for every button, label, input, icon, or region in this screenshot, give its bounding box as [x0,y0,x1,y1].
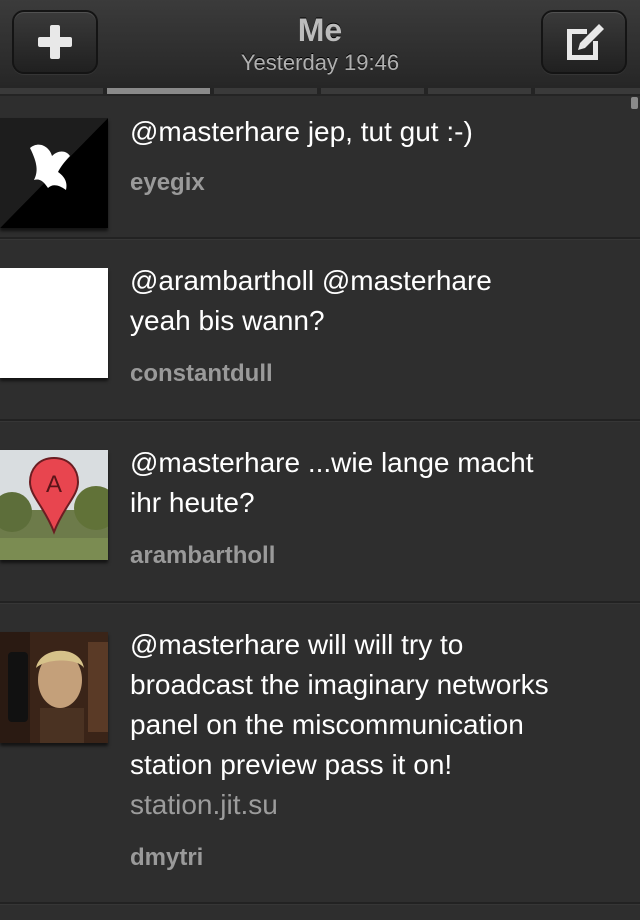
navigation-bar: Me Yesterday 19:46 [0,0,640,89]
section-tab[interactable] [535,88,640,94]
tweet-author[interactable]: arambartholl [130,541,275,571]
portrait-avatar-icon [0,632,108,743]
avatar[interactable] [0,632,108,743]
section-indicator [0,88,640,96]
section-tab[interactable] [321,88,424,94]
tweet-author[interactable]: dmytri [130,843,203,873]
tweet-row[interactable]: A @masterhare ...wie lange macht ihr heu… [0,421,640,603]
bat-avatar-icon [0,118,108,228]
tweet-text: @masterhare jep, tut gut :-) [130,116,473,147]
blank-avatar-icon [0,268,108,378]
tweet-text: @arambartholl @masterhare yeah bis wann? [130,265,492,336]
tweet-author[interactable]: constantdull [130,359,273,389]
tweet-row[interactable]: @arambartholl @masterhare yeah bis wann?… [0,239,640,421]
section-tab-active[interactable] [107,88,210,94]
compose-icon [567,24,604,60]
avatar[interactable] [0,118,108,228]
section-tab[interactable] [0,88,103,94]
tweet-text: @masterhare ...wie lange macht ihr heute… [130,447,534,518]
section-tab[interactable] [214,88,317,94]
tweet-row[interactable]: @masterhare jep, tut gut :-) eyegix [0,96,640,239]
compose-button[interactable] [541,10,627,74]
avatar[interactable]: A [0,450,108,560]
avatar[interactable] [0,268,108,378]
tweet-link[interactable]: station.jit.su [130,785,278,825]
section-tab[interactable] [428,88,531,94]
tweet-row[interactable] [0,904,640,920]
tweet-author[interactable]: eyegix [130,168,205,198]
tweet-text: @masterhare will will try to broadcast t… [130,629,549,780]
tweet-row[interactable]: @masterhare will will try to broadcast t… [0,603,640,904]
svg-text:A: A [46,471,62,498]
map-pin-balloon-avatar-icon: A [0,450,108,560]
